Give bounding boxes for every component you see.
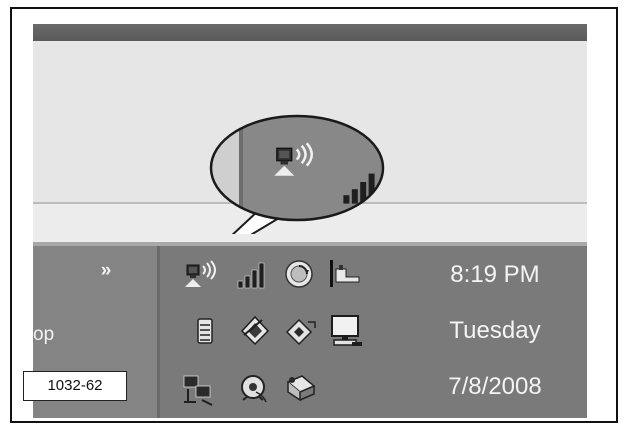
signal-strength-icon[interactable] [236, 260, 270, 290]
magnifier-callout [209, 114, 385, 234]
system-tray: 8:19 PM Tuesday 7/8/2008 [160, 246, 587, 418]
taskbar-button-label[interactable]: op [33, 320, 73, 350]
power-plug-icon[interactable] [328, 259, 362, 289]
device-manager-icon[interactable] [190, 316, 220, 346]
clock-date[interactable]: 7/8/2008 [425, 370, 565, 404]
window-titlebar [33, 24, 587, 41]
display-icon[interactable] [328, 314, 364, 348]
clock-time[interactable]: 8:19 PM [425, 258, 565, 292]
media-icon[interactable] [236, 372, 270, 406]
figure-label: 1032-62 [23, 371, 127, 401]
printer-icon[interactable] [282, 372, 318, 406]
clock-day[interactable]: Tuesday [425, 314, 565, 348]
network-diamond-icon[interactable] [284, 316, 318, 346]
wireless-network-icon[interactable] [184, 260, 224, 290]
security-shield-icon[interactable] [238, 314, 272, 346]
update-icon[interactable] [284, 259, 314, 289]
network-connections-icon[interactable] [182, 372, 218, 406]
quick-launch-chevron-button[interactable]: » [93, 260, 119, 282]
